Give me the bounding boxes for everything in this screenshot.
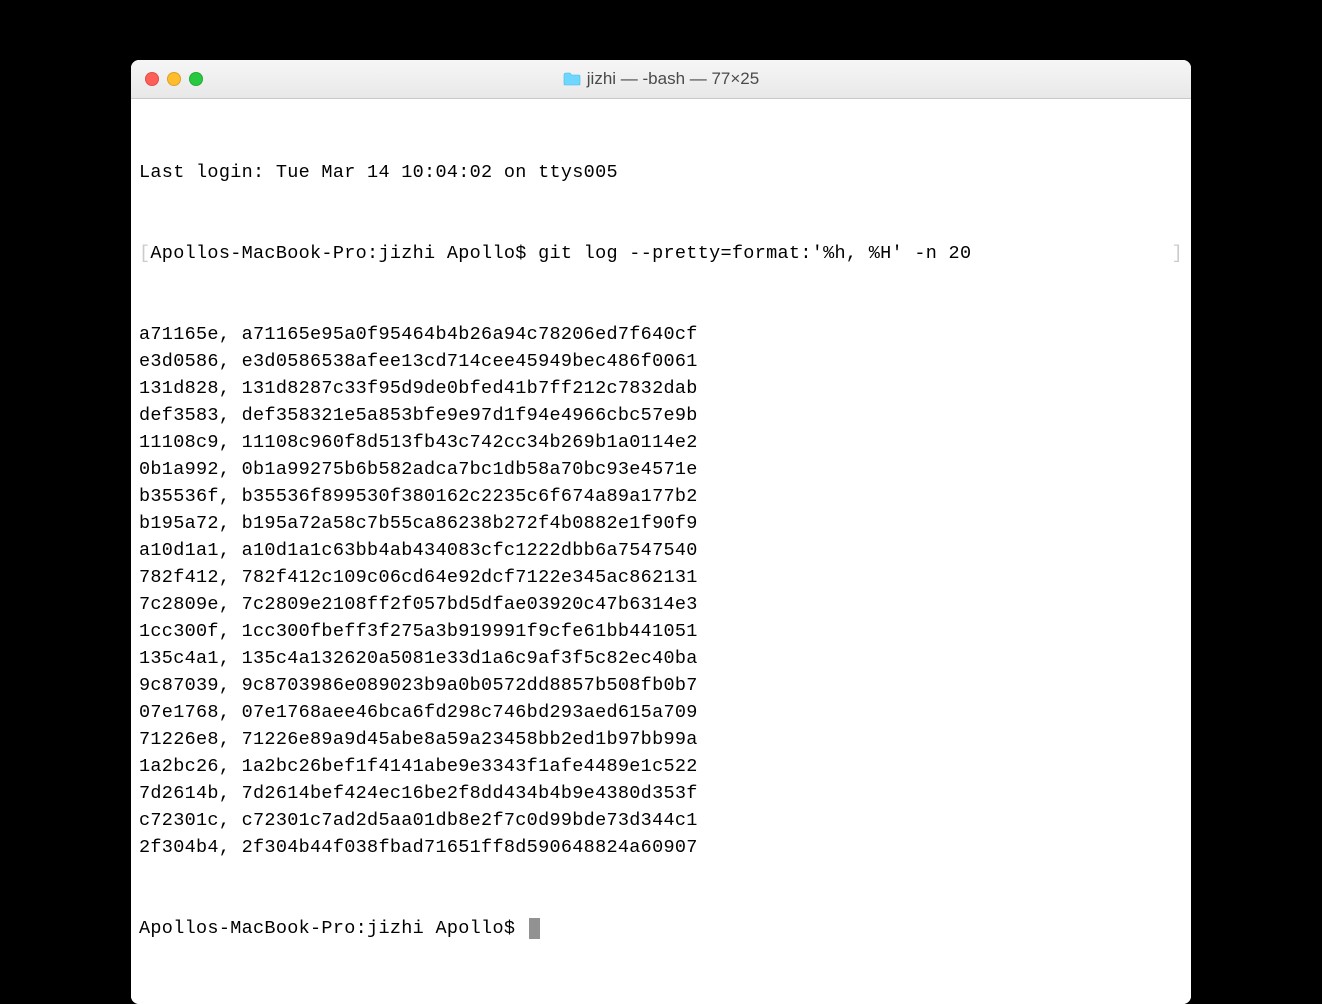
folder-icon (563, 72, 581, 86)
last-login-line: Last login: Tue Mar 14 10:04:02 on ttys0… (139, 159, 1183, 186)
right-bracket: ] (1172, 240, 1183, 267)
traffic-lights (131, 72, 203, 86)
commit-line: b195a72, b195a72a58c7b55ca86238b272f4b08… (139, 510, 1183, 537)
commit-line: 7d2614b, 7d2614bef424ec16be2f8dd434b4b9e… (139, 780, 1183, 807)
commit-line: 135c4a1, 135c4a132620a5081e33d1a6c9af3f5… (139, 645, 1183, 672)
commit-line: b35536f, b35536f899530f380162c2235c6f674… (139, 483, 1183, 510)
commit-line: a10d1a1, a10d1a1c63bb4ab434083cfc1222dbb… (139, 537, 1183, 564)
cursor (529, 918, 540, 939)
window-title: jizhi — -bash — 77×25 (131, 69, 1191, 89)
commit-line: 1cc300f, 1cc300fbeff3f275a3b919991f9cfe6… (139, 618, 1183, 645)
window-title-text: jizhi — -bash — 77×25 (587, 69, 759, 89)
commit-line: 11108c9, 11108c960f8d513fb43c742cc34b269… (139, 429, 1183, 456)
next-prompt-line: Apollos-MacBook-Pro:jizhi Apollo$ (139, 915, 1183, 942)
commit-line: 07e1768, 07e1768aee46bca6fd298c746bd293a… (139, 699, 1183, 726)
prompt-text: Apollos-MacBook-Pro:jizhi Apollo$ (150, 243, 538, 264)
commit-line: 2f304b4, 2f304b44f038fbad71651ff8d590648… (139, 834, 1183, 861)
commit-output: a71165e, a71165e95a0f95464b4b26a94c78206… (139, 321, 1183, 861)
commit-line: 71226e8, 71226e89a9d45abe8a59a23458bb2ed… (139, 726, 1183, 753)
terminal-area[interactable]: Last login: Tue Mar 14 10:04:02 on ttys0… (131, 99, 1191, 1004)
commit-line: 782f412, 782f412c109c06cd64e92dcf7122e34… (139, 564, 1183, 591)
commit-line: 131d828, 131d8287c33f95d9de0bfed41b7ff21… (139, 375, 1183, 402)
close-button[interactable] (145, 72, 159, 86)
zoom-button[interactable] (189, 72, 203, 86)
commit-line: 0b1a992, 0b1a99275b6b582adca7bc1db58a70b… (139, 456, 1183, 483)
titlebar[interactable]: jizhi — -bash — 77×25 (131, 60, 1191, 99)
minimize-button[interactable] (167, 72, 181, 86)
commit-line: 1a2bc26, 1a2bc26bef1f4141abe9e3343f1afe4… (139, 753, 1183, 780)
left-bracket: [ (139, 243, 150, 264)
terminal-window: jizhi — -bash — 77×25 Last login: Tue Ma… (131, 60, 1191, 1004)
commit-line: def3583, def358321e5a853bfe9e97d1f94e496… (139, 402, 1183, 429)
commit-line: 7c2809e, 7c2809e2108ff2f057bd5dfae03920c… (139, 591, 1183, 618)
commit-line: 9c87039, 9c8703986e089023b9a0b0572dd8857… (139, 672, 1183, 699)
command-text: git log --pretty=format:'%h, %H' -n 20 (538, 243, 971, 264)
command-line: [Apollos-MacBook-Pro:jizhi Apollo$ git l… (139, 240, 1183, 267)
commit-line: c72301c, c72301c7ad2d5aa01db8e2f7c0d99bd… (139, 807, 1183, 834)
prompt-text-2: Apollos-MacBook-Pro:jizhi Apollo$ (139, 918, 527, 939)
commit-line: e3d0586, e3d0586538afee13cd714cee45949be… (139, 348, 1183, 375)
commit-line: a71165e, a71165e95a0f95464b4b26a94c78206… (139, 321, 1183, 348)
